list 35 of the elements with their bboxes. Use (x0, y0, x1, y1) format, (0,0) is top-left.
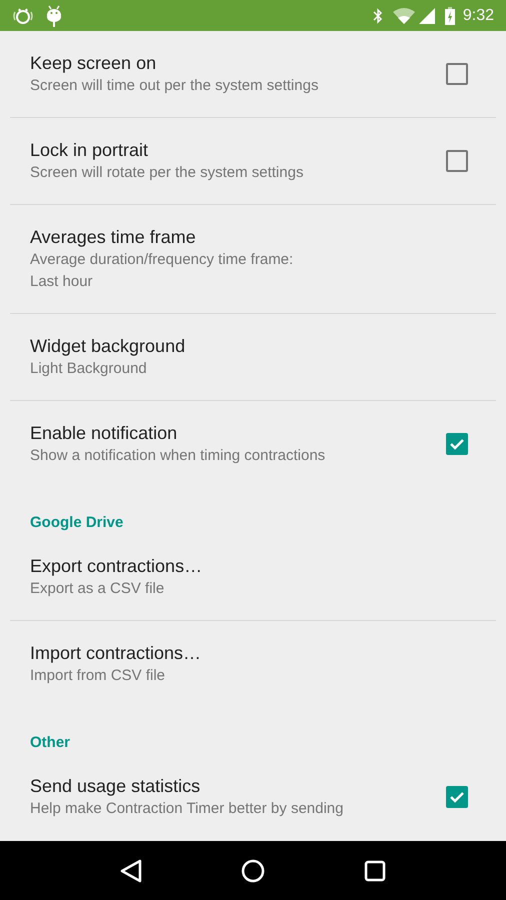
category-header: Google Drive (29, 513, 124, 533)
setting-title[interactable]: Export contractions… (30, 554, 468, 578)
checkbox[interactable] (446, 150, 468, 172)
bluetooth-icon (372, 8, 383, 24)
setting-summary: Screen will rotate per the system settings (30, 163, 304, 183)
setting-summary: Help make Contraction Timer better by sending (30, 799, 344, 819)
check-icon (449, 436, 465, 452)
setting-summary: Import from CSV file (30, 666, 166, 686)
setting-title[interactable]: Enable notification (30, 421, 446, 445)
setting-summary: Export as a CSV file (30, 579, 166, 599)
checkbox[interactable] (446, 433, 468, 455)
setting-title[interactable]: Send usage statistics (30, 774, 446, 798)
back-icon[interactable] (120, 858, 142, 882)
checkbox[interactable] (446, 63, 468, 85)
check-icon (449, 789, 465, 805)
category-header: Other (29, 733, 72, 753)
setting-title[interactable]: Lock in portrait (30, 138, 446, 162)
checkbox[interactable] (446, 786, 468, 808)
setting-summary: Light Background (30, 359, 148, 379)
android-robot-icon (46, 4, 62, 26)
recents-icon[interactable] (364, 860, 386, 882)
setting-title[interactable]: Averages time frame (30, 225, 468, 249)
setting-summary: Last hour (30, 272, 94, 292)
home-icon[interactable] (240, 858, 265, 882)
setting-title[interactable]: Keep screen on (30, 51, 446, 75)
signal-icon (418, 8, 435, 24)
status-time: 9:32 (462, 6, 494, 26)
wifi-icon (392, 8, 415, 24)
setting-title[interactable]: Widget background (30, 334, 468, 358)
setting-summary: Screen will time out per the system settings (30, 76, 320, 96)
setting-summary: Average duration/frequency time frame: (30, 250, 294, 270)
setting-title[interactable]: Import contractions… (30, 641, 468, 665)
battery-charging-icon (444, 6, 455, 24)
stopwatch-icon (12, 6, 34, 26)
setting-summary: Show a notification when timing contractions (30, 446, 326, 466)
